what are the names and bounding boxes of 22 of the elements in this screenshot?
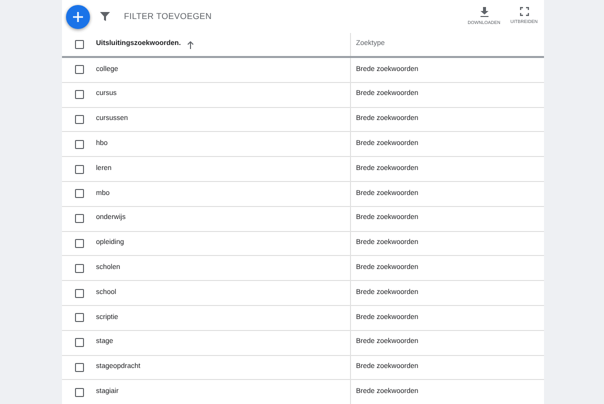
checkbox[interactable]: [75, 65, 84, 74]
checkbox[interactable]: [75, 362, 84, 372]
checkbox[interactable]: [75, 338, 84, 348]
checkbox[interactable]: [75, 388, 84, 397]
checkbox[interactable]: [75, 238, 84, 248]
checkbox[interactable]: [75, 114, 84, 124]
sort-arrow-icon[interactable]: [186, 40, 194, 48]
checkbox[interactable]: [75, 189, 84, 198]
add-button[interactable]: [66, 4, 90, 28]
checkbox[interactable]: [75, 140, 84, 149]
checkbox[interactable]: [75, 164, 84, 174]
checkbox[interactable]: [75, 288, 84, 298]
download-icon: [480, 6, 488, 17]
checkbox[interactable]: [75, 40, 84, 49]
fullscreen-icon: [520, 7, 528, 16]
checkbox[interactable]: [75, 313, 84, 322]
checkbox[interactable]: [75, 90, 84, 100]
plus-icon: [73, 12, 83, 22]
filter-icon[interactable]: [100, 12, 110, 21]
checkbox[interactable]: [75, 264, 84, 273]
filter-button[interactable]: FILTER TOEVOEGEN: [124, 10, 212, 23]
checkbox[interactable]: [75, 214, 84, 224]
